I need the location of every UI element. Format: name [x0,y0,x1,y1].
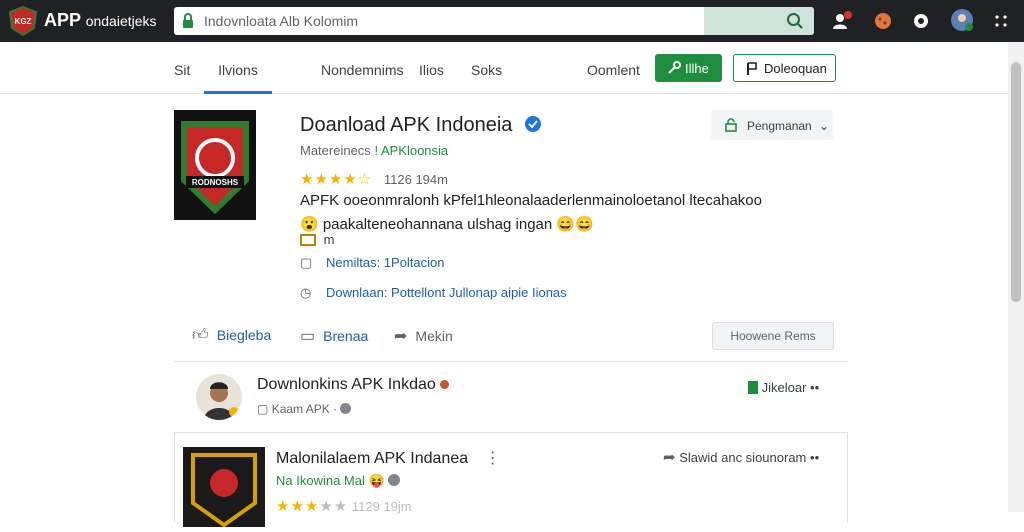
comment-icon: ▭ [300,328,316,345]
user-alert-icon[interactable] [831,10,853,32]
share-button[interactable]: ➦ Mekin [394,326,453,346]
clock-icon: ◷ [300,285,312,300]
thumbs-up-icon: 👍︎ [192,327,209,344]
info-2-text[interactable]: Downlaan: Pottellont Jullonap aipie Iion… [326,285,567,300]
lock-open-icon [725,118,737,132]
verified-icon [524,116,541,132]
badge-icon [300,234,316,246]
kebab-menu-icon[interactable]: ⋮ [485,450,501,467]
tab-sit[interactable]: Sit [174,62,190,78]
brand-sub: ondaietjeks [85,13,157,29]
brand-name[interactable]: APP ondaietjeks [44,10,157,31]
like-button[interactable]: 👍︎ Biegleba [192,326,271,345]
app-card-secondary: Malonilalaem APK Indanea ⋮ Na Ikowina Ma… [174,432,848,528]
app-logo-text: RODNOSHS [192,178,239,187]
rating-text: 1126 194m [383,172,448,187]
share-action[interactable]: ➦ Slawid anc siounoram •• [663,448,819,466]
cookie-icon[interactable] [872,10,894,32]
rating-stars-secondary: ★★★ [276,498,320,515]
key-icon [668,61,681,74]
secondary-button-label: Doleoquan [764,61,827,76]
chevron-down-icon: ⌄ [819,119,830,133]
nav-bar: Sit Ilvions Nondemnims Ilios Soks Oomlen… [0,42,1008,94]
search-icon [787,13,803,29]
app-title-secondary: Malonilalaem APK Indanea ⋮ [276,448,501,468]
avatar [196,374,242,420]
list-item-title: Downlonkins APK Inkdao [257,376,450,394]
more-icon[interactable] [990,10,1012,32]
document-icon: ▢ [300,255,313,270]
brand-main: APP [44,10,81,30]
app-subtitle-secondary: Na Ikowina Mal 😝 [276,473,401,489]
list-item-sub-text: Kaam APK [271,402,330,416]
avatar-icon[interactable] [950,8,974,32]
flag-icon [747,62,757,75]
list-item-action-label: Jikeloar [761,380,807,395]
app-subtitle: Matereinecs ! APKloonsia [300,143,448,158]
developer-link[interactable]: ! APKloonsia [374,143,448,158]
scrollbar[interactable] [1008,42,1024,512]
badge-row: m [300,232,334,247]
download-icon [748,381,758,394]
app-logo-icon[interactable]: KGZ [8,5,38,37]
tab-ilios[interactable]: Ilios [419,62,444,78]
app-logo[interactable]: RODNOSHS [174,110,256,220]
comment-button[interactable]: ▭ Brenaa [300,326,368,346]
badge-text: m [323,232,335,247]
info-1-text[interactable]: Nemiltas: 1Poltacion [326,255,445,270]
settings-icon[interactable] [910,10,932,32]
share-icon: ➦ [394,328,408,345]
tab-ilvions[interactable]: Ilvions [204,62,272,94]
app-subtitle-secondary-text: Na Ikowina Mal [276,473,365,488]
tab-soks[interactable]: Soks [471,62,502,78]
primary-button[interactable]: Illhe [655,54,722,82]
tab-nondemnims[interactable]: Nondemnims [321,62,403,78]
top-bar: KGZ APP ondaietjeks Indovnloata Alb Kolo… [0,0,1024,42]
info-icon [388,474,401,486]
app-rating: ★★★★☆ 1126 194m [300,170,448,188]
subtitle-prefix: Matereinecs [300,143,371,158]
share-action-label: Slawid anc siounoram [679,450,807,465]
follow-button-label: Pengmanan [747,119,812,133]
follow-button[interactable]: Pengmanan ⌄ [711,110,833,140]
action-row: 👍︎ Biegleba ▭ Brenaa ➦ Mekin Hoowene Rems [174,318,848,362]
list-item-action[interactable]: Jikeloar •• [748,380,819,395]
app-title-text: Doanload APK Indoneia [300,114,513,136]
logo-text: KGZ [15,17,32,26]
info-line-1: ▢ Nemiltas: 1Poltacion [300,255,445,271]
search-input[interactable]: Indovnloata Alb Kolomim [204,13,358,29]
lock-icon [183,13,193,28]
share-icon: ➦ [663,449,676,466]
omlent-link[interactable]: Oomlent [587,62,640,78]
list-item[interactable]: Downlonkins APK Inkdao ▢ Kaam APK · Jike… [174,362,848,432]
info-icon [340,403,352,414]
more-horizontal-icon: •• [810,380,820,395]
app-title-secondary-text: Malonilalaem APK Indanea [276,450,469,467]
secondary-button[interactable]: Doleoquan [733,54,836,82]
search-button[interactable] [704,7,814,35]
emoji-icon: 😝 [368,473,385,488]
comment-label: Brenaa [323,328,369,344]
separator-dot: · [333,402,341,416]
rating-stars: ★★★★☆ [300,171,373,188]
download-button[interactable]: Hoowene Rems [712,322,834,350]
scrollbar-thumb[interactable] [1011,62,1021,302]
share-label: Mekin [415,328,453,344]
rating-stars-empty: ★★ [319,498,349,515]
list-item-title-text: Downlonkins APK Inkdao [257,376,436,393]
more-horizontal-icon: •• [810,450,820,465]
address-bar[interactable]: Indovnloata Alb Kolomim [174,7,814,35]
app-rating-secondary: ★★★★★ 1129 19jm [276,497,412,515]
list-item-sub: ▢ Kaam APK · [257,402,352,416]
app-logo-secondary[interactable] [183,447,265,528]
info-line-2: ◷ Downlaan: Pottellont Jullonap aipie Iio… [300,285,567,301]
status-dot-icon [440,380,450,389]
primary-button-label: Illhe [685,61,709,76]
checkbox-icon: ▢ [257,402,269,416]
like-label: Biegleba [216,327,272,343]
app-description: APFK ooeonmralonh kPfel1hleonalaaderlenm… [300,192,762,233]
app-card: RODNOSHS Doanload APK Indoneia Matereine… [174,100,848,362]
app-title: Doanload APK Indoneia [300,114,542,137]
